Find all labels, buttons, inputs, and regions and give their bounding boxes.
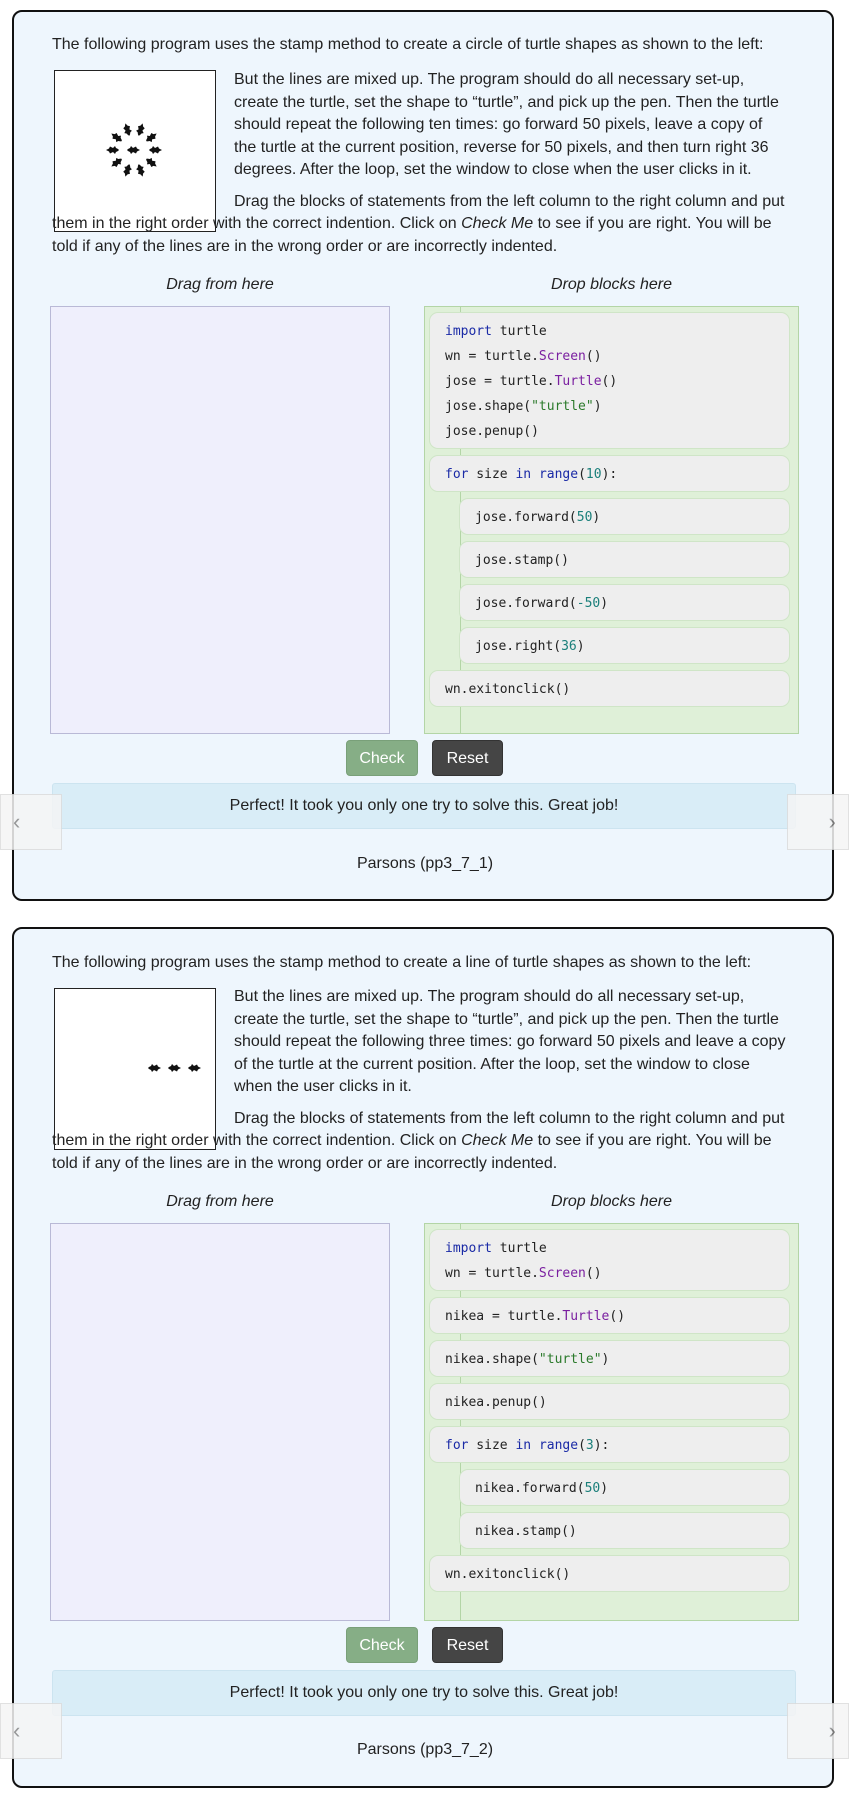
prev-page-button[interactable]: ‹ [0,1703,62,1759]
parsons-problem-2: The following program uses the stamp met… [12,927,834,1788]
code-block[interactable]: import turtle wn = turtle.Screen() jose = … [429,312,790,449]
check-me-emphasis: Check Me [461,215,534,232]
code-line: import turtle [445,1241,547,1256]
code-line: wn = turtle.Screen() [445,1266,602,1281]
code-line: wn = turtle.Screen() [445,349,602,364]
code-line: nikea.shape("turtle") [445,1352,610,1367]
check-me-emphasis: Check Me [461,1132,534,1149]
code-line: wn.exitonclick() [445,1567,571,1582]
code-block[interactable]: for size in range(10): [429,455,790,492]
code-line: nikea = turtle.Turtle() [445,1309,626,1324]
code-block[interactable]: wn.exitonclick() [429,670,790,707]
drag-instructions-paragraph: Drag the blocks of statements from the l… [52,1109,785,1172]
code-block[interactable]: nikea.forward(50) [459,1469,790,1506]
check-button[interactable]: Check [346,1627,418,1663]
check-button[interactable]: Check [346,740,418,776]
code-line: jose.shape("turtle") [445,399,602,414]
code-block[interactable]: jose.forward(50) [459,498,790,535]
problem-caption: Parsons (pp3_7_1) [356,855,494,872]
code-line: jose.right(36) [475,639,585,654]
drop-target-area[interactable]: import turtle wn = turtle.Screen() jose = … [424,306,799,734]
code-line: nikea.forward(50) [475,1481,609,1496]
code-block[interactable]: jose.right(36) [459,627,790,664]
code-line: for size in range(3): [445,1438,610,1453]
code-block[interactable]: import turtle wn = turtle.Screen() [429,1229,790,1291]
code-line: wn.exitonclick() [445,682,571,697]
instructions-paragraph: But the lines are mixed up. The program … [234,71,779,178]
code-line: nikea.penup() [445,1395,547,1410]
drag-source-area[interactable] [50,1223,390,1621]
code-block[interactable]: nikea.stamp() [459,1512,790,1549]
drag-column-label: Drag from here [166,1193,274,1210]
code-line: jose.forward(50) [475,510,601,525]
problem-prompt: The following program uses the stamp met… [52,36,764,53]
chevron-right-icon: › [828,1718,836,1743]
code-block[interactable]: for size in range(3): [429,1426,790,1463]
problem-caption: Parsons (pp3_7_2) [356,1741,494,1758]
prev-page-button[interactable]: ‹ [0,794,62,850]
drag-column-label: Drag from here [166,276,274,293]
code-line: jose = turtle.Turtle() [445,374,618,389]
code-block[interactable]: nikea.shape("turtle") [429,1340,790,1377]
code-line: jose.stamp() [475,553,569,568]
chevron-left-icon: ‹ [13,1718,21,1743]
code-line: for size in range(10): [445,467,618,482]
drop-target-area[interactable]: import turtle wn = turtle.Screen() nikea =… [424,1223,799,1621]
reset-button[interactable]: Reset [432,740,503,776]
drag-source-area[interactable] [50,306,390,734]
code-block[interactable]: nikea.penup() [429,1383,790,1420]
code-block[interactable]: nikea = turtle.Turtle() [429,1297,790,1334]
parsons-problem-1: The following program uses the stamp met… [12,10,834,901]
problem-description: But the lines are mixed up. The program … [52,69,786,267]
code-line: jose.forward(-50) [475,596,609,611]
chevron-right-icon: › [828,809,836,834]
problem-prompt: The following program uses the stamp met… [52,954,752,971]
drop-column-label: Drop blocks here [551,1193,672,1210]
code-block[interactable]: wn.exitonclick() [429,1555,790,1592]
code-line: jose.penup() [445,424,539,439]
code-line: nikea.stamp() [475,1524,577,1539]
reset-button[interactable]: Reset [432,1627,503,1663]
feedback-message: Perfect! It took you only one try to sol… [52,1670,796,1716]
instructions-paragraph: But the lines are mixed up. The program … [234,988,786,1095]
feedback-message: Perfect! It took you only one try to sol… [52,783,796,829]
code-line: import turtle [445,324,547,339]
next-page-button[interactable]: › [787,1703,849,1759]
problem-description: But the lines are mixed up. The program … [52,986,786,1184]
next-page-button[interactable]: › [787,794,849,850]
drag-instructions-paragraph: Drag the blocks of statements from the l… [52,192,785,255]
chevron-left-icon: ‹ [13,809,21,834]
code-block[interactable]: jose.forward(-50) [459,584,790,621]
drop-column-label: Drop blocks here [551,276,672,293]
code-block[interactable]: jose.stamp() [459,541,790,578]
